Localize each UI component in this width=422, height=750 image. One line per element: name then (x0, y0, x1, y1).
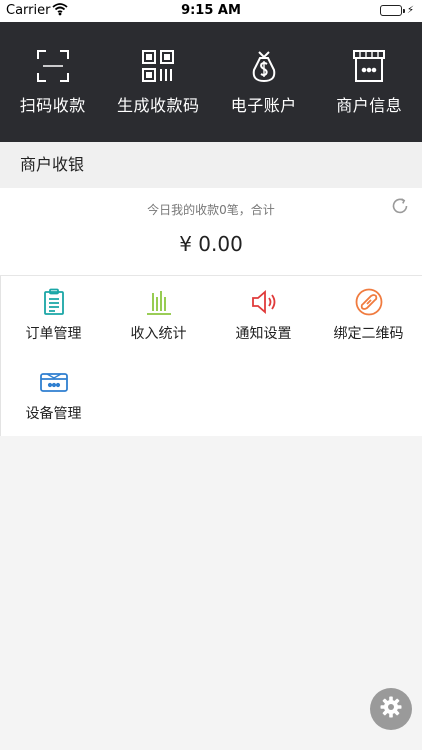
money-bag-icon (246, 48, 282, 84)
e-account-button[interactable]: 电子账户 (211, 22, 317, 142)
bar-stats-icon (144, 287, 174, 317)
qr-code-icon (140, 48, 176, 84)
scan-icon (35, 48, 71, 84)
charging-icon: ⚡ (406, 5, 414, 16)
order-management-button[interactable]: 订单管理 (1, 276, 106, 356)
today-total-amount: ¥ 0.00 (179, 232, 243, 256)
speaker-icon (249, 287, 279, 317)
store-icon (351, 48, 387, 84)
generate-pay-code-label: 生成收款码 (116, 96, 200, 115)
merchant-info-button[interactable]: 商户信息 (317, 22, 422, 142)
bind-qr-code-label: 绑定二维码 (333, 326, 404, 342)
feature-grid: 订单管理 收入统计 通知设置 绑定二维码 设备管理 (0, 276, 422, 436)
refresh-icon[interactable] (390, 196, 410, 216)
notification-settings-label: 通知设置 (235, 326, 292, 342)
battery-icon: ⚡ (379, 5, 414, 16)
clipboard-icon (39, 287, 69, 317)
quick-actions-bar: 扫码收款 生成收款码 电子账户 商户信息 (0, 22, 422, 142)
device-management-label: 设备管理 (25, 406, 82, 422)
device-icon (39, 367, 69, 397)
e-account-label: 电子账户 (230, 96, 297, 115)
generate-pay-code-button[interactable]: 生成收款码 (106, 22, 212, 142)
status-bar: Carrier 9:15 AM ⚡ (0, 0, 422, 22)
bind-qr-code-button[interactable]: 绑定二维码 (316, 276, 421, 356)
clock: 9:15 AM (181, 3, 241, 18)
merchant-info-label: 商户信息 (336, 96, 403, 115)
income-stats-label: 收入统计 (130, 326, 187, 342)
scan-pay-label: 扫码收款 (19, 96, 86, 115)
order-management-label: 订单管理 (25, 326, 82, 342)
income-stats-button[interactable]: 收入统计 (106, 276, 211, 356)
scan-pay-button[interactable]: 扫码收款 (0, 22, 106, 142)
gear-icon (379, 695, 403, 723)
today-summary-caption: 今日我的收款0笔，合计 (147, 203, 275, 217)
link-icon (354, 287, 384, 317)
settings-fab[interactable] (370, 688, 412, 730)
device-management-button[interactable]: 设备管理 (1, 356, 106, 436)
today-summary: 今日我的收款0笔，合计 ¥ 0.00 (0, 188, 422, 276)
section-title: 商户收银 (0, 142, 422, 188)
notification-settings-button[interactable]: 通知设置 (211, 276, 316, 356)
